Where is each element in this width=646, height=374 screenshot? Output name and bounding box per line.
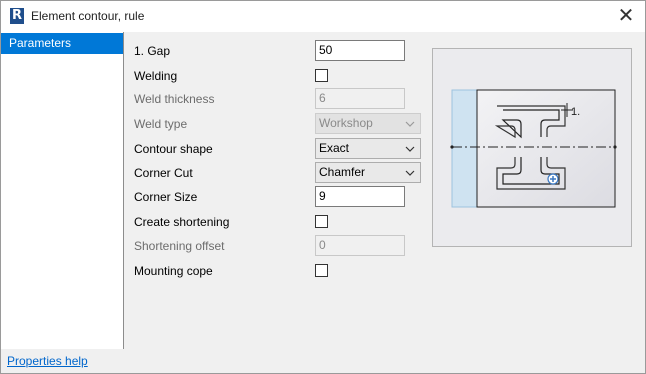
close-icon: ✕ (617, 3, 635, 27)
weld-thickness-row: Weld thickness 6 (125, 88, 425, 110)
properties-help-link[interactable]: Properties help (7, 354, 88, 368)
contour-shape-row: Contour shape Exact (125, 138, 425, 160)
shortening-offset-label: Shortening offset (134, 239, 225, 253)
corner-size-label: Corner Size (134, 190, 198, 204)
sidebar: Parameters (1, 32, 124, 349)
gap-row: 1. Gap 50 (125, 40, 425, 62)
corner-cut-label: Corner Cut (134, 166, 193, 180)
create-shortening-row: Create shortening (125, 211, 425, 233)
shortening-offset-row: Shortening offset 0 (125, 235, 425, 257)
weld-thickness-input[interactable]: 6 (315, 88, 405, 109)
mounting-cope-label: Mounting cope (134, 264, 213, 278)
contour-preview: 1. (432, 48, 632, 247)
sidebar-item-parameters[interactable]: Parameters (1, 33, 123, 54)
title-bar: R Element contour, rule ✕ (1, 1, 645, 32)
revit-app-icon: R (10, 8, 24, 24)
gap-label: 1. Gap (134, 44, 171, 58)
weld-type-row: Weld type Workshop (125, 113, 425, 135)
close-button[interactable]: ✕ (613, 4, 639, 28)
welding-row: Welding (125, 65, 425, 87)
contour-shape-select[interactable]: Exact (315, 138, 421, 159)
contour-shape-value: Exact (319, 141, 350, 155)
chevron-down-icon (405, 146, 415, 152)
corner-cut-value: Chamfer (319, 165, 366, 179)
corner-cut-row: Corner Cut Chamfer (125, 162, 425, 184)
shortening-offset-input[interactable]: 0 (315, 235, 405, 256)
mounting-cope-row: Mounting cope (125, 260, 425, 282)
welding-checkbox[interactable] (315, 69, 328, 82)
weld-type-value: Workshop (319, 116, 373, 130)
weld-thickness-label: Weld thickness (134, 92, 215, 106)
welding-label: Welding (134, 69, 178, 83)
contour-preview-drawing: 1. (450, 89, 617, 208)
sidebar-item-label: Parameters (9, 36, 72, 50)
mounting-cope-checkbox[interactable] (315, 264, 328, 277)
window-title: Element contour, rule (31, 9, 145, 23)
gap-input[interactable]: 50 (315, 40, 405, 61)
dialog-window: R Element contour, rule ✕ Parameters 1. … (0, 0, 646, 374)
create-shortening-label: Create shortening (134, 215, 230, 229)
footer-bar: Properties help (1, 349, 645, 373)
corner-cut-select[interactable]: Chamfer (315, 162, 421, 183)
contour-shape-label: Contour shape (134, 142, 213, 156)
axis-start-point (450, 145, 454, 149)
corner-size-input[interactable]: 9 (315, 186, 405, 207)
parameters-panel: 1. Gap 50 Welding Weld thickness 6 Weld … (125, 32, 645, 349)
create-shortening-checkbox[interactable] (315, 215, 328, 228)
weld-type-label: Weld type (134, 117, 188, 131)
highlight-strip (451, 89, 478, 208)
weld-type-select[interactable]: Workshop (315, 113, 421, 134)
axis-end-point (613, 145, 617, 149)
chevron-down-icon (405, 170, 415, 176)
chevron-down-icon (405, 121, 415, 127)
gap-annotation: 1. (571, 106, 580, 118)
corner-size-row: Corner Size 9 (125, 186, 425, 208)
